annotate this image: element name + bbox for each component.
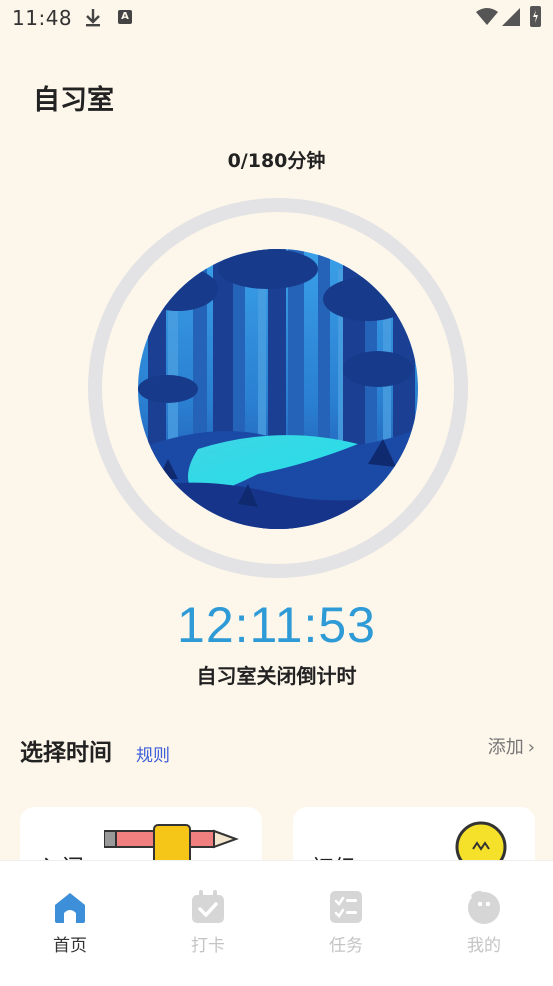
notification-a-icon: A: [118, 10, 132, 24]
wifi-icon: [476, 8, 498, 25]
download-icon: [86, 9, 100, 27]
select-time-title: 选择时间: [20, 740, 112, 766]
forest-illustration: [138, 249, 418, 529]
countdown-label: 自习室关闭倒计时: [196, 664, 357, 688]
add-button[interactable]: 添加 ›: [488, 733, 535, 759]
add-label: 添加: [487, 737, 524, 758]
tab-tasks[interactable]: 任务: [296, 889, 396, 969]
chevron-right-icon: ›: [527, 737, 535, 758]
tab-label: 我的: [467, 936, 501, 956]
status-bar: 11:48 A: [0, 0, 553, 36]
battery-icon: [530, 6, 541, 27]
rules-link[interactable]: 规则: [136, 741, 170, 766]
task-list-icon: [330, 891, 362, 923]
tab-profile[interactable]: 我的: [434, 889, 534, 969]
study-progress-text: 0/180分钟: [227, 150, 326, 172]
tab-label: 首页: [53, 936, 87, 956]
tab-home[interactable]: 首页: [20, 889, 120, 969]
tab-checkin[interactable]: 打卡: [158, 889, 258, 969]
calendar-check-icon: [192, 890, 224, 923]
tab-label: 任务: [329, 936, 363, 956]
profile-icon: [468, 891, 500, 924]
signal-icon: [502, 8, 520, 26]
bottom-tab-bar: 首页 打卡 任务 我的: [0, 860, 553, 986]
status-time: 11:48: [12, 6, 73, 30]
page-title: 自习室: [33, 85, 114, 116]
home-icon: [55, 893, 85, 923]
countdown-timer: 12:11:53: [177, 597, 376, 653]
tab-label: 打卡: [191, 936, 225, 956]
